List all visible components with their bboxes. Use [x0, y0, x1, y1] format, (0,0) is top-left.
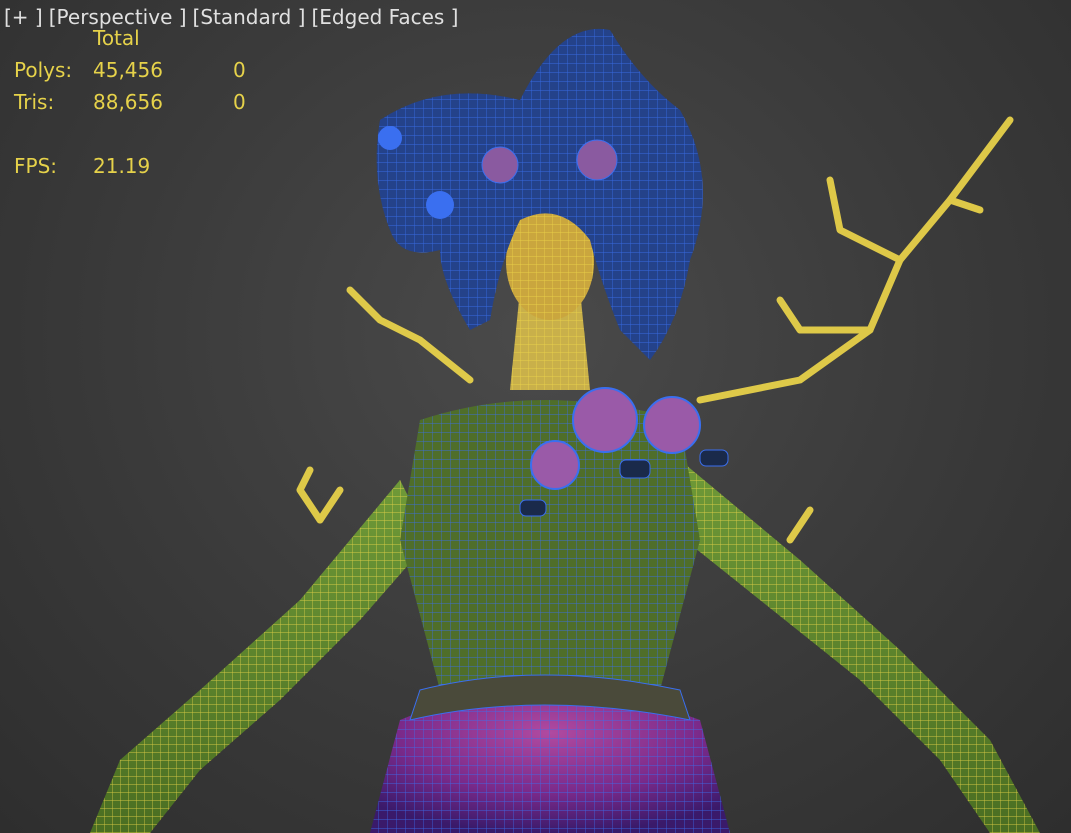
model-render[interactable] — [0, 0, 1071, 833]
stats-header-total: Total — [93, 26, 140, 50]
tris-label: Tris: — [14, 90, 55, 114]
tris-selected: 0 — [233, 90, 246, 114]
viewport-shading-menu[interactable]: [Standard ] — [193, 5, 306, 29]
viewport-label-menu: [+ ] [Perspective ] [Standard ] [Edged F… — [4, 5, 458, 29]
viewport-plus-menu[interactable]: [+ ] — [4, 5, 43, 29]
fps-value: 21.19 — [93, 154, 151, 178]
perspective-viewport[interactable]: [+ ] [Perspective ] [Standard ] [Edged F… — [0, 0, 1071, 833]
tris-total: 88,656 — [93, 90, 163, 114]
viewport-display-menu[interactable]: [Edged Faces ] — [311, 5, 458, 29]
head-mesh — [506, 204, 594, 390]
polys-total: 45,456 — [93, 58, 163, 82]
fps-label: FPS: — [14, 154, 57, 178]
polys-selected: 0 — [233, 58, 246, 82]
polys-label: Polys: — [14, 58, 73, 82]
